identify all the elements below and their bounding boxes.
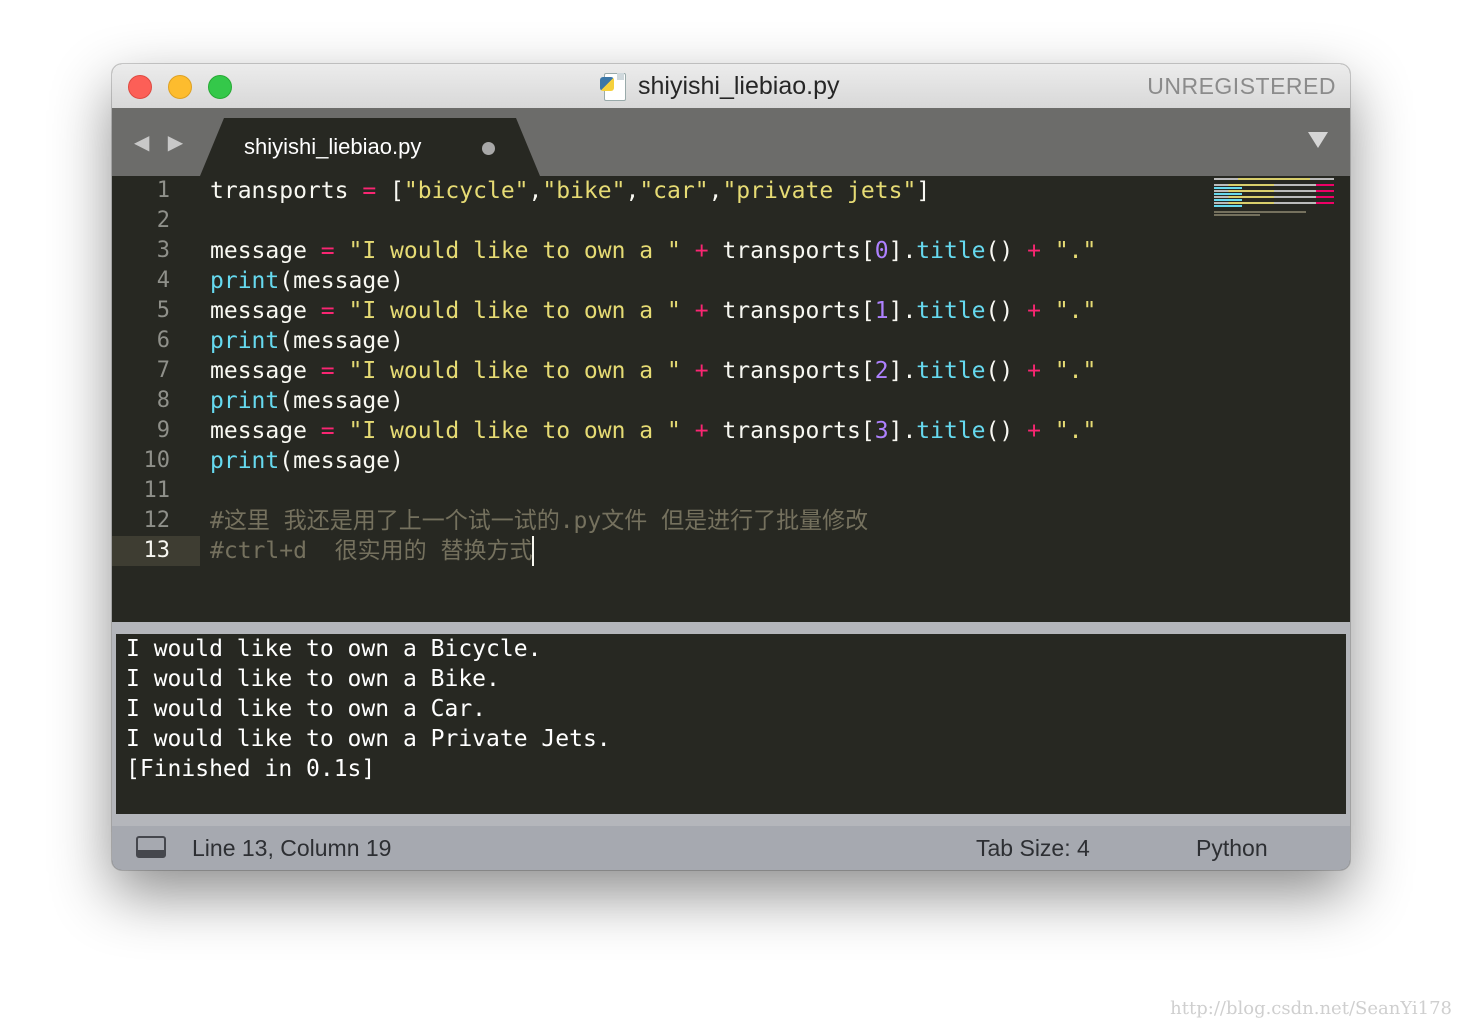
line-number: 8	[156, 388, 170, 413]
line-number: 9	[156, 418, 170, 443]
python-file-icon	[600, 71, 628, 101]
editor-window: shiyishi_liebiao.py UNREGISTERED ◀ ▶ shi…	[112, 64, 1350, 870]
output-line: I would like to own a Private Jets.	[126, 726, 611, 752]
watermark: http://blog.csdn.net/SeanYi178	[1170, 998, 1452, 1019]
output-line: I would like to own a Bicycle.	[126, 636, 542, 662]
comment-text: #ctrl+d 很实用的 替换方式	[210, 538, 533, 564]
tab-label: shiyishi_liebiao.py	[244, 134, 422, 159]
line-number: 12	[143, 508, 171, 533]
window-title: shiyishi_liebiao.py	[638, 71, 840, 100]
code-line-7[interactable]: message = "I would like to own a " + tra…	[210, 356, 1096, 386]
unregistered-label: UNREGISTERED	[1147, 73, 1336, 99]
code-editor[interactable]: 1 2 3 4 5 6 7 8 9 10 11 12 13 transports…	[112, 176, 1350, 622]
output-line: I would like to own a Car.	[126, 696, 487, 722]
minimize-window-button[interactable]	[168, 75, 192, 99]
title-bar: shiyishi_liebiao.py UNREGISTERED	[112, 64, 1350, 109]
line-number: 11	[143, 478, 171, 503]
close-window-button[interactable]	[128, 75, 152, 99]
unsaved-dot-icon[interactable]	[482, 142, 495, 155]
text-cursor	[532, 536, 535, 566]
minimap[interactable]	[1214, 178, 1338, 228]
code-line-8[interactable]: print(message)	[210, 386, 404, 416]
code-line-5[interactable]: message = "I would like to own a " + tra…	[210, 296, 1096, 326]
line-number: 6	[156, 328, 170, 353]
tab-nav-arrows-icon[interactable]: ◀ ▶	[134, 130, 189, 154]
tab-menu-dropdown-icon[interactable]	[1308, 132, 1328, 148]
panel-bottom-border	[112, 814, 1350, 826]
panel-divider[interactable]	[112, 622, 1350, 634]
output-line: I would like to own a Bike.	[126, 666, 500, 692]
line-number-gutter: 1 2 3 4 5 6 7 8 9 10 11 12 13	[112, 176, 200, 622]
tab-size-selector[interactable]: Tab Size: 4	[976, 835, 1090, 862]
line-number: 2	[156, 208, 170, 233]
window-title-group: shiyishi_liebiao.py	[600, 70, 840, 102]
line-number: 4	[156, 268, 170, 293]
code-line-13-comment[interactable]: #ctrl+d 很实用的 替换方式	[210, 536, 535, 566]
output-frame-right	[1346, 634, 1350, 814]
code-line-3[interactable]: message = "I would like to own a " + tra…	[210, 236, 1096, 266]
code-line-9[interactable]: message = "I would like to own a " + tra…	[210, 416, 1096, 446]
zoom-window-button[interactable]	[208, 75, 232, 99]
build-output-panel[interactable]: I would like to own a Bicycle. I would l…	[116, 634, 1346, 814]
code-line-4[interactable]: print(message)	[210, 266, 404, 296]
code-line-1[interactable]: transports = ["bicycle","bike","car","pr…	[210, 176, 930, 206]
tab-bar: ◀ ▶ shiyishi_liebiao.py	[112, 108, 1350, 176]
code-line-6[interactable]: print(message)	[210, 326, 404, 356]
syntax-selector[interactable]: Python	[1196, 835, 1268, 862]
code-line-12-comment[interactable]: #这里 我还是用了上一个试一试的.py文件 但是进行了批量修改	[210, 506, 868, 536]
line-number: 1	[156, 178, 170, 203]
code-line-10[interactable]: print(message)	[210, 446, 404, 476]
cursor-position[interactable]: Line 13, Column 19	[192, 835, 391, 862]
line-number-active: 13	[112, 536, 200, 566]
line-number: 10	[143, 448, 171, 473]
status-bar: Line 13, Column 19 Tab Size: 4 Python	[112, 826, 1350, 870]
line-number: 5	[156, 298, 170, 323]
panel-toggle-icon[interactable]	[136, 836, 166, 858]
output-finished-line: [Finished in 0.1s]	[126, 756, 376, 782]
tab-shiyishi-liebiao[interactable]: shiyishi_liebiao.py	[200, 118, 540, 176]
line-number: 7	[156, 358, 170, 383]
line-number: 3	[156, 238, 170, 263]
